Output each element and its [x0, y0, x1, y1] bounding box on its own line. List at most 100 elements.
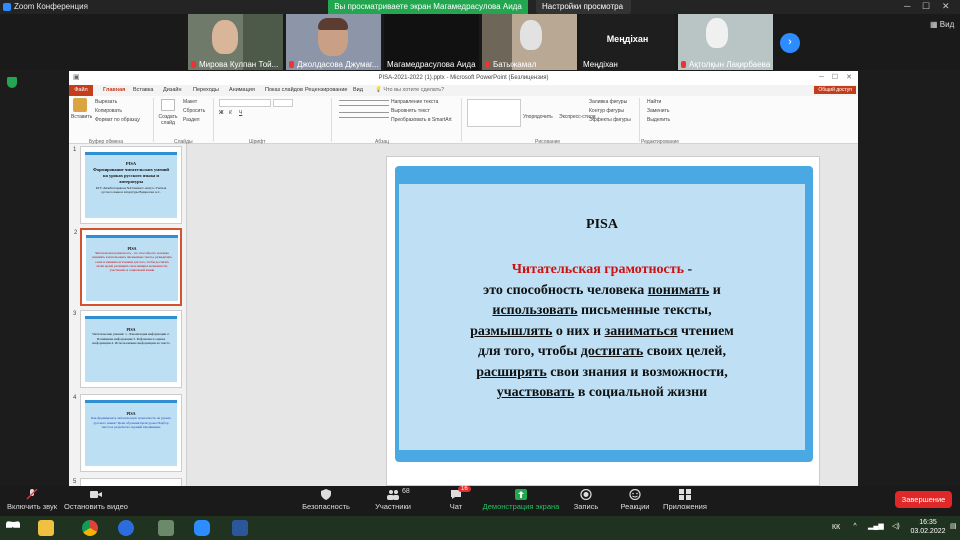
tab-file[interactable]: Файл — [69, 85, 93, 96]
tab-transitions[interactable]: Переходы — [193, 87, 219, 93]
text-direction-button[interactable]: Направление текста — [391, 99, 438, 105]
notifications-icon[interactable]: ▤ — [950, 522, 957, 531]
volume-icon[interactable]: ◁) — [892, 522, 900, 531]
tab-design[interactable]: Дизайн — [163, 87, 182, 93]
shapes-gallery[interactable] — [467, 99, 521, 127]
unmute-button[interactable]: Включить звук — [4, 486, 60, 511]
ppt-share-button[interactable]: Общий доступ — [814, 86, 856, 94]
section-button[interactable]: Раздел — [183, 117, 200, 123]
browser-icon[interactable] — [118, 520, 134, 536]
slide-thumbnail-1[interactable]: 1 PISA Формирование читательских умений … — [73, 146, 182, 224]
shape-fill-button[interactable]: Заливка фигуры — [589, 99, 627, 105]
tray-chevron-icon[interactable]: ^ — [850, 522, 860, 531]
italic-icon[interactable]: К — [229, 110, 232, 116]
security-button[interactable]: Безопасность — [298, 486, 354, 511]
slide-thumbnail-4[interactable]: 4 PISA Как формировать читательскую грам… — [73, 394, 182, 472]
layout-button[interactable]: Макет — [183, 99, 197, 105]
slide-thumbnail-3[interactable]: 3 PISA Читательские умения: 1. Локализац… — [73, 310, 182, 388]
view-settings-label: Настройки просмотра — [542, 2, 624, 11]
maximize-icon[interactable]: ☐ — [922, 1, 930, 12]
list-icons[interactable] — [339, 100, 389, 106]
zoom-app-title: Zoom Конференция — [14, 2, 88, 11]
tab-slideshow[interactable]: Показ слайдов — [265, 87, 303, 93]
save-icon[interactable]: ▣ — [73, 71, 80, 85]
participant-tile[interactable]: Мирова Кулпан Той... — [188, 14, 283, 70]
slide-body-text[interactable]: Читательская грамотность - это способнос… — [417, 260, 787, 404]
mic-muted-icon — [485, 61, 490, 68]
view-button[interactable]: ▦ Вид — [930, 20, 954, 29]
definition-term: Читательская грамотность — [511, 262, 685, 277]
participant-face — [212, 20, 238, 54]
network-icon[interactable]: ▂▄▆ — [868, 522, 884, 531]
view-settings-button[interactable]: Настройки просмотра ⌄ — [536, 0, 631, 25]
smartart-button[interactable]: Преобразовать в SmartArt — [391, 117, 452, 123]
find-button[interactable]: Найти — [647, 99, 661, 105]
copy-button[interactable]: Копировать — [95, 108, 122, 114]
paste-button[interactable]: Вставить — [71, 114, 92, 120]
new-slide-icon[interactable] — [161, 99, 175, 111]
replace-button[interactable]: Заменить — [647, 108, 669, 114]
file-explorer-icon[interactable] — [38, 520, 54, 536]
tab-view[interactable]: Вид — [353, 87, 363, 93]
slide-thumbnail-2[interactable]: 2 PISA Читательская грамотность - это сп… — [74, 228, 182, 306]
share-screen-button[interactable]: Демонстрация экрана — [482, 486, 560, 511]
slide-thumbnail-5[interactable]: 5 — [73, 478, 182, 486]
tab-animations[interactable]: Анимация — [229, 87, 255, 93]
participant-tile[interactable]: Батыжамал — [482, 14, 577, 70]
next-page-arrow-icon[interactable]: › — [780, 33, 800, 53]
reactions-button[interactable]: Реакции — [618, 486, 652, 511]
chat-button[interactable]: 16 Чат — [438, 486, 474, 511]
tab-insert[interactable]: Вставка — [133, 87, 153, 93]
slide-thumbnail-pane: 1 PISA Формирование читательских умений … — [69, 144, 187, 486]
tab-home[interactable]: Главная — [103, 87, 125, 93]
thumbnail-text: Как формировать читательскую грамотность… — [91, 416, 171, 430]
bold-icon[interactable]: Ж — [219, 110, 224, 116]
zoom-taskbar-icon[interactable] — [194, 520, 210, 536]
font-name-dropdown[interactable] — [219, 99, 271, 107]
participants-button[interactable]: 68 Участники — [370, 486, 416, 511]
participant-tile[interactable]: Ақтолқын Лақирбаева — [678, 14, 773, 70]
stop-video-button[interactable]: Остановить видео — [64, 486, 128, 511]
paste-icon[interactable] — [73, 98, 87, 112]
new-slide-button[interactable]: Создать слайд — [157, 114, 179, 126]
language-indicator[interactable]: КК — [832, 523, 840, 532]
shape-effects-button[interactable]: Эффекты фигуры — [589, 117, 631, 123]
shape-outline-button[interactable]: Контур фигуры — [589, 108, 624, 114]
underline-icon[interactable]: Ч — [239, 110, 242, 116]
font-size-dropdown[interactable] — [273, 99, 293, 107]
format-painter-button[interactable]: Формат по образцу — [95, 117, 140, 123]
ppt-maximize-icon[interactable]: ☐ — [832, 71, 838, 85]
windows-start-icon[interactable] — [6, 521, 20, 528]
record-button[interactable]: Запись — [572, 486, 600, 511]
ppt-close-icon[interactable]: ✕ — [846, 71, 852, 85]
encryption-shield-icon[interactable] — [7, 77, 17, 88]
end-meeting-button[interactable]: Завершение — [895, 491, 952, 508]
word-icon[interactable] — [232, 520, 248, 536]
eye-app-icon[interactable] — [158, 520, 174, 536]
participant-tile[interactable]: Джолдасова Джумаг... — [286, 14, 381, 70]
ppt-minimize-icon[interactable]: ─ — [819, 71, 824, 85]
select-button[interactable]: Выделить — [647, 117, 670, 123]
participant-face — [520, 20, 542, 50]
cut-button[interactable]: Вырезать — [95, 99, 117, 105]
chrome-icon[interactable] — [82, 520, 98, 536]
stop-video-label: Остановить видео — [64, 502, 128, 511]
arrange-button[interactable]: Упорядочить — [523, 114, 553, 120]
participant-tile[interactable]: Магамедрасулова Аида — [384, 14, 479, 70]
clock-date: 03.02.2022 — [910, 528, 946, 535]
zoom-logo-icon — [3, 3, 11, 11]
align-icons[interactable] — [339, 112, 389, 118]
minimize-icon[interactable]: ─ — [904, 1, 910, 11]
tab-review[interactable]: Рецензирование — [305, 87, 347, 93]
ppt-ribbon: Вставить Вырезать Копировать Формат по о… — [69, 96, 858, 145]
ppt-document-title: PISA-2021-2022 (1).pptx - Microsoft Powe… — [378, 75, 549, 81]
participant-tile[interactable]: Меңдіхан Меңдіхан — [580, 14, 675, 70]
current-slide[interactable]: PISA Читательская грамотность - это спос… — [386, 156, 820, 486]
apps-button[interactable]: Приложения — [662, 486, 708, 511]
align-text-button[interactable]: Выровнять текст — [391, 108, 430, 114]
participant-big-name: Меңдіхан — [606, 34, 649, 44]
close-icon[interactable]: ✕ — [942, 1, 950, 12]
clock[interactable]: 16:35 03.02.2022 — [908, 518, 948, 536]
tell-me-box[interactable]: 💡 Что вы хотите сделать? — [375, 87, 444, 93]
reset-button[interactable]: Сбросить — [183, 108, 205, 114]
